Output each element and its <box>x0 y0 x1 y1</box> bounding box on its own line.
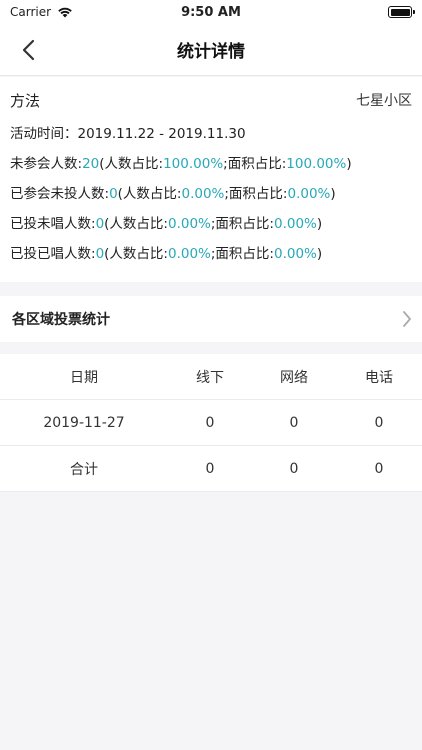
stat-ratio-label: (人数占比: <box>104 246 168 262</box>
stat-count: 0 <box>95 216 105 232</box>
stat-area-label: ;面积占比: <box>210 216 274 232</box>
stat-label: 未参会人数: <box>10 156 83 172</box>
status-right <box>272 6 415 18</box>
stat-close: ) <box>330 186 336 202</box>
table-row-total: 合计 0 0 0 <box>0 446 422 492</box>
stat-label: 已参会未投人数: <box>10 186 110 202</box>
chevron-left-icon <box>22 39 35 61</box>
stat-ratio-label: (人数占比: <box>117 186 182 202</box>
carrier-label: Carrier <box>10 5 52 19</box>
cell-date: 2019-11-27 <box>43 414 125 431</box>
stat-label: 已投未唱人数: <box>10 216 96 232</box>
stat-area-label: ;面积占比: <box>223 156 287 172</box>
stat-area: 0.00% <box>287 186 331 202</box>
status-bar: Carrier 9:50 AM <box>0 0 422 24</box>
wifi-icon <box>58 7 72 18</box>
cell-online: 0 <box>289 460 299 477</box>
stat-label: 已投已唱人数: <box>10 246 96 262</box>
stat-count: 20 <box>82 156 100 172</box>
stat-line-voted-counted: 已投已唱人数:0(人数占比:0.00%;面积占比:0.00%) <box>10 239 412 269</box>
cell-online: 0 <box>289 414 299 431</box>
stat-ratio: 0.00% <box>167 246 211 262</box>
stat-ratio: 0.00% <box>167 216 211 232</box>
stat-close: ) <box>316 216 323 232</box>
stat-area: 100.00% <box>286 156 347 172</box>
cell-date: 合计 <box>70 461 98 478</box>
cell-phone: 0 <box>374 460 384 477</box>
table-header-row: 日期 线下 网络 电话 <box>0 354 422 400</box>
header-date: 日期 <box>70 369 98 386</box>
vote-table: 日期 线下 网络 电话 2019-11-27 0 0 0 合计 0 0 0 <box>0 354 422 492</box>
header-offline: 线下 <box>196 369 224 386</box>
summary-card: 方法 七星小区 活动时间：2019.11.22 - 2019.11.30 未参会… <box>0 77 422 282</box>
status-left: Carrier <box>10 5 150 19</box>
stat-close: ) <box>316 246 323 262</box>
cell-phone: 0 <box>374 414 384 431</box>
chevron-right-icon <box>403 311 411 327</box>
stat-area-label: ;面积占比: <box>224 186 288 202</box>
stat-ratio: 0.00% <box>181 186 225 202</box>
stat-ratio-label: (人数占比: <box>99 156 164 172</box>
header-online: 网络 <box>280 369 308 386</box>
header-phone: 电话 <box>365 369 393 386</box>
battery-fill <box>390 8 410 16</box>
stat-line-voted-not-counted: 已投未唱人数:0(人数占比:0.00%;面积占比:0.00%) <box>10 209 412 239</box>
stat-count: 0 <box>109 186 118 202</box>
stat-line-attended-not-voted: 已参会未投人数:0(人数占比:0.00%;面积占比:0.00%) <box>10 179 412 209</box>
stat-area: 0.00% <box>273 246 317 262</box>
summary-header: 方法 七星小区 <box>10 89 412 111</box>
stat-count: 0 <box>95 246 105 262</box>
stat-ratio-label: (人数占比: <box>104 216 168 232</box>
stat-area: 0.00% <box>273 216 317 232</box>
stat-area-label: ;面积占比: <box>210 246 274 262</box>
region-stats-row[interactable]: 各区域投票统计 <box>0 296 422 342</box>
status-time: 9:50 AM <box>181 4 241 20</box>
nav-bar: 统计详情 <box>0 24 422 76</box>
method-label: 方法 <box>10 91 41 110</box>
stat-line-not-attended: 未参会人数:20(人数占比:100.00%;面积占比:100.00%) <box>10 149 412 179</box>
back-button[interactable] <box>14 36 42 64</box>
cell-offline: 0 <box>205 414 215 431</box>
community-name: 七星小区 <box>356 93 412 109</box>
page-title: 统计详情 <box>177 42 245 62</box>
activity-time-value: 2019.11.22 - 2019.11.30 <box>77 126 246 142</box>
battery-icon <box>388 6 415 18</box>
stat-ratio: 100.00% <box>163 156 224 172</box>
table-row: 2019-11-27 0 0 0 <box>0 400 422 446</box>
activity-time: 活动时间：2019.11.22 - 2019.11.30 <box>10 119 412 149</box>
cell-offline: 0 <box>205 460 215 477</box>
region-stats-label: 各区域投票统计 <box>12 312 110 328</box>
stat-close: ) <box>346 156 352 172</box>
activity-time-label: 活动时间： <box>10 126 78 142</box>
